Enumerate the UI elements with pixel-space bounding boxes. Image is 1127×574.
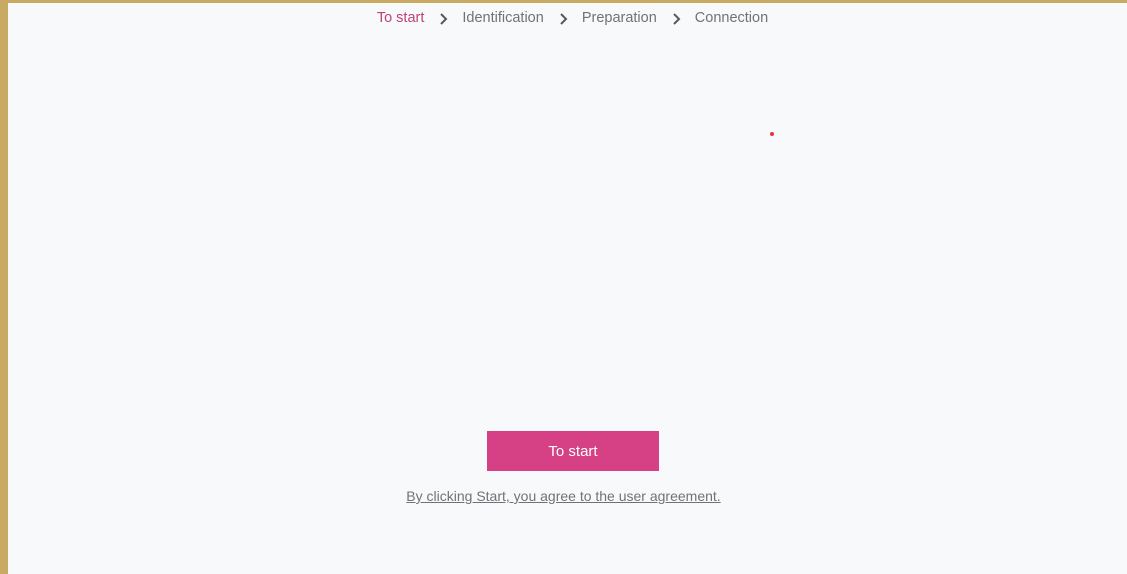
step-preparation[interactable]: Preparation	[582, 10, 657, 26]
chevron-right-icon	[438, 12, 450, 26]
step-connection[interactable]: Connection	[695, 10, 768, 26]
step-identification[interactable]: Identification	[462, 10, 543, 26]
chevron-right-icon	[558, 12, 570, 26]
start-button[interactable]: To start	[487, 431, 659, 471]
chevron-right-icon	[671, 12, 683, 26]
user-agreement-link[interactable]: By clicking Start, you agree to the user…	[0, 488, 1127, 504]
progress-stepper: To start Identification Preparation Conn…	[0, 10, 1127, 26]
step-to-start[interactable]: To start	[377, 10, 425, 26]
red-dot	[770, 132, 774, 136]
page-frame: To start Identification Preparation Conn…	[8, 3, 1127, 574]
